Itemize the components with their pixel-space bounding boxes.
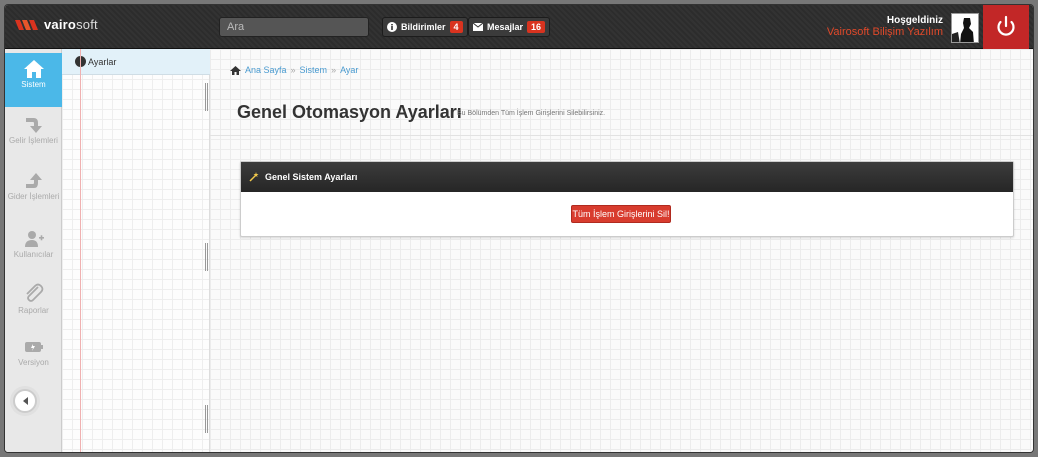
settings-panel: Genel Sistem Ayarları Tüm İşlem Girişler… [240, 161, 1014, 237]
sidebar-item-label: Versiyon [18, 358, 49, 367]
page-title: Genel Otomasyon Ayarları [237, 102, 462, 122]
sidebar-item-kullanicilar[interactable]: Kullanıcılar [5, 223, 62, 277]
welcome-label: Hoşgeldiniz [886, 15, 943, 26]
magic-wand-icon [249, 172, 259, 182]
sidebar: Sistem Gelir İşlemleri Gider İşlemleri K… [5, 49, 62, 452]
notifications-badge: 4 [449, 21, 463, 33]
battery-icon [24, 342, 43, 352]
sidebar-collapse-button[interactable] [13, 389, 37, 413]
sidebar-item-gider[interactable]: Gider İşlemleri [5, 165, 62, 219]
subnav-item-label: Ayarlar [88, 56, 117, 67]
sidebar-item-sistem[interactable]: Sistem [5, 53, 62, 107]
margin-line [80, 49, 81, 452]
user-add-icon [24, 231, 44, 247]
sub-navigation: Ayarlar [62, 49, 210, 452]
messages-label: Mesajlar [487, 22, 524, 32]
panel-title: Genel Sistem Ayarları [265, 172, 358, 182]
paperclip-icon [25, 283, 43, 302]
logo-text-rest: soft [76, 17, 98, 32]
delete-all-entries-button[interactable]: Tüm İşlem Girişlerini Sil! [571, 205, 671, 223]
breadcrumb-separator: » [331, 65, 337, 75]
breadcrumb-item[interactable]: Sistem [300, 65, 328, 75]
notifications-button[interactable]: Bildirimler 4 [382, 17, 468, 37]
info-icon [387, 22, 397, 32]
breadcrumb: Ana Sayfa » Sistem » Ayar [230, 65, 358, 75]
divider [210, 135, 1033, 136]
sidebar-item-label: Raporlar [18, 306, 49, 315]
breadcrumb-item[interactable]: Ayar [340, 65, 358, 75]
notifications-label: Bildirimler [401, 22, 446, 32]
top-bar: vairosoft Bildirimler 4 Mesajlar 16 Hoşg… [5, 5, 1033, 49]
logo-text-bold: vairo [44, 17, 77, 32]
logo[interactable]: vairosoft [15, 17, 98, 32]
sidebar-item-gelir[interactable]: Gelir İşlemleri [5, 109, 62, 163]
breadcrumb-item[interactable]: Ana Sayfa [245, 65, 287, 75]
messages-button[interactable]: Mesajlar 16 [468, 17, 551, 37]
panel-header: Genel Sistem Ayarları [241, 162, 1013, 192]
home-icon [23, 60, 44, 78]
user-name[interactable]: Vairosoft Bilişim Yazılım [827, 26, 943, 38]
page-subtitle: Bu Bölümden Tüm İşlem Girişlerini Silebi… [450, 110, 605, 117]
chevron-left-icon [23, 397, 28, 405]
breadcrumb-separator: » [290, 65, 296, 75]
logo-mark-icon [15, 19, 38, 30]
sidebar-item-label: Gelir İşlemleri [9, 136, 58, 145]
resize-handle[interactable] [205, 83, 208, 111]
sidebar-item-label: Sistem [21, 80, 46, 89]
arrow-up-icon [25, 173, 42, 188]
resize-handle[interactable] [205, 243, 208, 271]
sidebar-item-versiyon[interactable]: Versiyon [5, 331, 62, 385]
sidebar-item-raporlar[interactable]: Raporlar [5, 277, 62, 331]
avatar[interactable] [951, 13, 979, 43]
envelope-icon [473, 22, 483, 32]
arrow-down-right-icon [25, 118, 42, 133]
resize-handle[interactable] [205, 405, 208, 433]
app-window: vairosoft Bildirimler 4 Mesajlar 16 Hoşg… [4, 4, 1034, 453]
search-input[interactable] [219, 17, 369, 37]
sidebar-item-label: Gider İşlemleri [7, 192, 60, 201]
subnav-item-ayarlar[interactable]: Ayarlar [62, 49, 210, 75]
user-greeting: Hoşgeldiniz Vairosoft Bilişim Yazılım [827, 15, 943, 38]
sidebar-item-label: Kullanıcılar [13, 250, 54, 259]
home-icon [230, 65, 241, 75]
main-content: Ana Sayfa » Sistem » Ayar Genel Otomasyo… [210, 49, 1033, 452]
messages-badge: 16 [527, 21, 546, 33]
